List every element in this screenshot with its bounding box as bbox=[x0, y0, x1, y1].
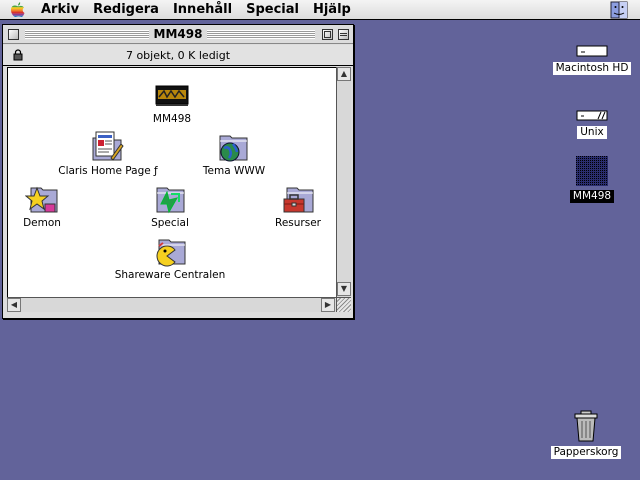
star-folder-icon bbox=[24, 182, 59, 216]
right-arrow-icon: ▶ bbox=[324, 300, 332, 309]
window-title: MM498 bbox=[153, 27, 203, 41]
file-label: MM498 bbox=[152, 113, 192, 125]
apple-icon bbox=[11, 2, 25, 18]
trash-icon bbox=[574, 410, 598, 442]
window-titlebar[interactable]: MM498 bbox=[3, 25, 353, 44]
menu-redigera[interactable]: Redigera bbox=[86, 0, 166, 20]
apple-menu[interactable] bbox=[0, 0, 34, 20]
title-stripes bbox=[207, 30, 315, 39]
desktop-icon-papperskorg[interactable]: Papperskorg bbox=[546, 410, 626, 459]
arrow-folder-icon bbox=[153, 182, 187, 216]
title-stripes bbox=[25, 30, 149, 39]
zoom-box[interactable] bbox=[322, 29, 333, 40]
scroll-right-button[interactable]: ▶ bbox=[321, 298, 335, 312]
folder-item-shareware-centralen[interactable]: Shareware Centralen bbox=[110, 234, 230, 281]
folder-label: Tema WWW bbox=[202, 165, 266, 177]
folder-item-claris-home-page[interactable]: Claris Home Page ƒ bbox=[48, 130, 168, 177]
application-menu[interactable] bbox=[610, 1, 628, 19]
window-content: MM498 Claris Home Page ƒ Tema WWW Demon … bbox=[7, 67, 336, 297]
close-box[interactable] bbox=[8, 29, 19, 40]
down-arrow-icon: ▼ bbox=[340, 284, 348, 293]
folder-item-tema-www[interactable]: Tema WWW bbox=[174, 130, 294, 177]
menu-hjalp[interactable]: Hjälp bbox=[306, 0, 358, 20]
folder-item-special[interactable]: Special bbox=[110, 182, 230, 229]
folder-item-demon[interactable]: Demon bbox=[0, 182, 102, 229]
window-info-text: 7 objekt, 0 K ledigt bbox=[125, 49, 231, 62]
resize-handle[interactable] bbox=[336, 297, 351, 312]
desktop-label: MM498 bbox=[569, 190, 615, 203]
menu-innehall[interactable]: Innehåll bbox=[166, 0, 239, 20]
menu-bar: Arkiv Redigera Innehåll Special Hjälp bbox=[0, 0, 640, 20]
desktop-icon-macintosh-hd[interactable]: Macintosh HD bbox=[552, 40, 632, 75]
collapse-box[interactable] bbox=[338, 29, 349, 40]
scroll-down-button[interactable]: ▼ bbox=[337, 282, 351, 296]
claris-folder-icon bbox=[91, 130, 125, 164]
desktop-label: Macintosh HD bbox=[552, 62, 632, 75]
folder-label: Shareware Centralen bbox=[114, 269, 226, 281]
file-item-mm498[interactable]: MM498 bbox=[112, 78, 232, 125]
folder-label: Special bbox=[151, 217, 189, 229]
folder-label: Demon bbox=[23, 217, 61, 229]
window-info-bar: 7 objekt, 0 K ledigt bbox=[3, 45, 353, 66]
vertical-scrollbar[interactable]: ▲ ▼ bbox=[336, 67, 351, 297]
desktop-icon-mm498[interactable]: MM498 bbox=[552, 156, 632, 203]
desktop-label: Papperskorg bbox=[550, 446, 622, 459]
globe-folder-icon bbox=[217, 130, 251, 164]
toolbox-folder-icon bbox=[281, 182, 315, 216]
folder-label: Resurser bbox=[275, 217, 321, 229]
scroll-up-button[interactable]: ▲ bbox=[337, 67, 351, 81]
menu-arkiv[interactable]: Arkiv bbox=[34, 0, 86, 20]
finder-icon bbox=[610, 1, 628, 19]
hard-disk-icon bbox=[576, 45, 608, 57]
pacman-folder-icon bbox=[153, 234, 187, 268]
folder-label: Claris Home Page ƒ bbox=[58, 165, 158, 177]
menu-special[interactable]: Special bbox=[239, 0, 306, 20]
desktop-icon-unix[interactable]: Unix bbox=[552, 104, 632, 139]
desktop-label: Unix bbox=[577, 126, 607, 139]
cd-volume-icon bbox=[576, 156, 608, 186]
scroll-left-button[interactable]: ◀ bbox=[7, 298, 21, 312]
finder-window: MM498 7 objekt, 0 K ledigt MM498 Claris … bbox=[2, 24, 354, 319]
disk-icon bbox=[576, 110, 608, 121]
up-arrow-icon: ▲ bbox=[340, 69, 348, 78]
horizontal-scrollbar[interactable]: ◀ ▶ bbox=[7, 297, 336, 312]
application-icon bbox=[155, 78, 189, 112]
left-arrow-icon: ◀ bbox=[10, 300, 18, 309]
